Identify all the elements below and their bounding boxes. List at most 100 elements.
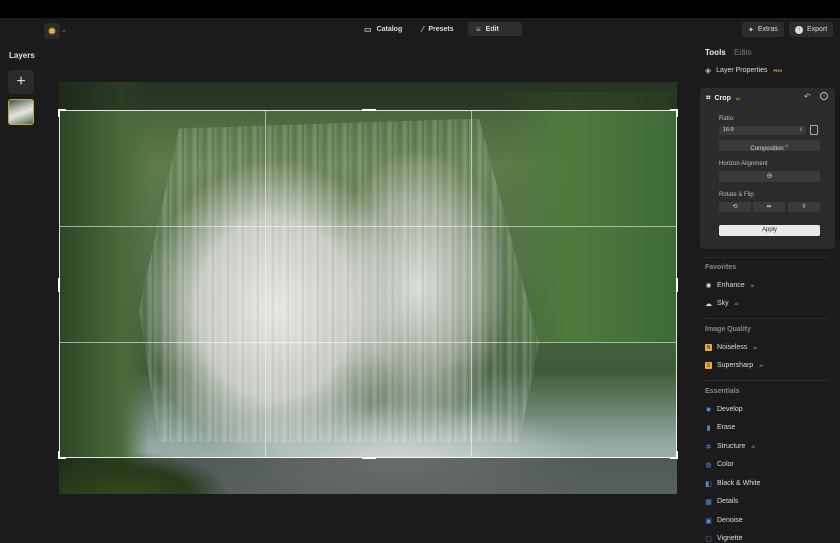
crop-handle-right[interactable] (676, 278, 678, 292)
grid-line (471, 111, 472, 457)
tool-supersharp[interactable]: S Supersharp AI (705, 362, 763, 369)
flip-horizontal-icon: ⇹ (766, 204, 772, 210)
details-icon: ▦ (705, 498, 712, 506)
horizon-icon: ⊖ (766, 173, 773, 180)
tool-details[interactable]: ▦ Details (705, 498, 739, 506)
export-button[interactable]: ↑ Export (789, 22, 833, 37)
tool-label: Develop (717, 406, 743, 413)
vignette-icon: ▢ (705, 535, 712, 543)
ai-badge: AI (750, 283, 755, 288)
ai-badge: AI (753, 345, 758, 350)
tool-label: Denoise (717, 517, 743, 524)
tool-enhance[interactable]: ✺ Enhance AI (705, 282, 755, 290)
crop-handle-top-right[interactable] (676, 109, 678, 117)
rotate-label: Rotate & Flip (719, 192, 754, 198)
pro-badge: PRO (773, 68, 783, 73)
tool-structure[interactable]: ✲ Structure AI (705, 443, 756, 451)
ai-badge: AI (751, 444, 756, 449)
catalog-label: Catalog (376, 25, 403, 33)
right-panel: Tools Edits ◈ Layer Properties PRO ⌗ Cro… (697, 42, 840, 543)
flip-vertical-icon: ⇳ (801, 204, 807, 210)
extras-button[interactable]: ✦ Extras (742, 22, 784, 37)
section-image-quality: Image Quality (705, 326, 751, 333)
edit-label: Edit (485, 25, 499, 33)
ratio-value: 16:9 (723, 127, 734, 133)
divider (705, 318, 829, 319)
stepper-icon: ⇕ (798, 127, 803, 133)
tool-label: Color (717, 461, 734, 468)
add-layer-button[interactable]: + (8, 70, 34, 94)
ai-badge: AI (759, 363, 763, 368)
app-logo-icon[interactable]: ✹ (44, 23, 60, 39)
supersharp-icon: S (705, 362, 712, 369)
edit-tab[interactable]: ≡ Edit (468, 22, 522, 36)
crop-handle-top[interactable] (362, 109, 376, 111)
eraser-icon: ▮ (706, 424, 711, 432)
sun-icon: ✹ (705, 406, 712, 414)
cloud-icon: ☁ (705, 300, 712, 308)
crop-header[interactable]: ⌗ Crop AI (706, 93, 740, 103)
catalog-tab[interactable]: ▭ Catalog (356, 22, 404, 36)
orientation-icon[interactable] (810, 125, 818, 135)
plus-icon: + (16, 73, 26, 90)
composition-button[interactable]: CompositionAI (719, 140, 820, 152)
crop-title: Crop (714, 94, 731, 102)
chevron-down-icon[interactable]: ⌄ (61, 26, 67, 34)
tool-label: Black & White (717, 480, 761, 487)
bw-icon: ◧ (705, 480, 712, 488)
tool-label: Supersharp (717, 362, 754, 369)
crop-frame[interactable] (58, 109, 678, 459)
crop-handle-left[interactable] (58, 278, 60, 292)
crop-handle-bottom[interactable] (362, 457, 376, 459)
crop-handle-top-left[interactable] (58, 109, 60, 117)
layer-thumbnail[interactable] (8, 99, 34, 125)
tool-black-white[interactable]: ◧ Black & White (705, 480, 761, 488)
ratio-select[interactable]: 16:9 ⇕ (719, 126, 806, 135)
presets-tab[interactable]: ⁄ Presets (414, 22, 460, 36)
crop-mask-bottom (59, 458, 677, 494)
crop-tool-card: ⌗ Crop AI ↶ i Ratio: 16:9 ⇕ CompositionA… (700, 88, 835, 249)
wand-icon: ⁄ (422, 24, 424, 34)
noiseless-icon: N (705, 344, 712, 351)
top-toolbar: ✹ ⌄ ▭ Catalog ⁄ Presets ≡ Edit ✦ Extras … (0, 18, 840, 42)
divider (705, 380, 829, 381)
structure-icon: ✲ (705, 443, 712, 451)
layers-stack-icon: ◈ (705, 66, 712, 75)
color-icon: ◍ (705, 461, 712, 469)
composition-label: Composition (750, 146, 784, 152)
tool-vignette[interactable]: ▢ Vignette (705, 535, 742, 543)
crop-handle-bottom-left[interactable] (58, 451, 60, 459)
layer-properties-item[interactable]: ◈ Layer Properties PRO (705, 66, 782, 75)
divider (705, 257, 829, 258)
tool-erase[interactable]: ▮ Erase (705, 424, 736, 432)
sparkle-icon: ✺ (705, 282, 712, 290)
flip-vertical-button[interactable]: ⇳ (788, 202, 820, 212)
info-icon[interactable]: i (820, 92, 828, 100)
tool-denoise[interactable]: ▣ Denoise (705, 517, 743, 525)
undo-icon[interactable]: ↶ (804, 92, 811, 101)
presets-label: Presets (428, 25, 454, 33)
section-favorites: Favorites (705, 264, 737, 271)
tab-tools[interactable]: Tools (705, 48, 726, 57)
rotate-button[interactable]: ⟲ (719, 202, 751, 212)
tab-edits[interactable]: Edits (734, 48, 752, 57)
apply-button[interactable]: Apply (719, 225, 820, 236)
sliders-icon: ≡ (476, 24, 481, 34)
grid-line (60, 342, 676, 343)
layers-title: Layers (9, 51, 35, 60)
tool-label: Noiseless (717, 344, 748, 351)
ratio-label: Ratio: (719, 116, 735, 122)
tool-noiseless[interactable]: N Noiseless AI (705, 344, 757, 351)
tool-color[interactable]: ◍ Color (705, 461, 734, 469)
ai-badge: AI (784, 143, 789, 148)
tool-develop[interactable]: ✹ Develop (705, 406, 743, 414)
horizon-alignment-button[interactable]: ⊖ (719, 171, 820, 182)
rotate-icon: ⟲ (732, 204, 738, 210)
section-essentials: Essentials (705, 388, 740, 395)
tool-label: Erase (717, 424, 736, 431)
flip-horizontal-button[interactable]: ⇹ (753, 202, 785, 212)
crop-handle-bottom-right[interactable] (676, 451, 678, 459)
grid-line (60, 226, 676, 227)
tool-label: Details (717, 498, 739, 505)
tool-sky[interactable]: ☁ Sky AI (705, 300, 738, 308)
